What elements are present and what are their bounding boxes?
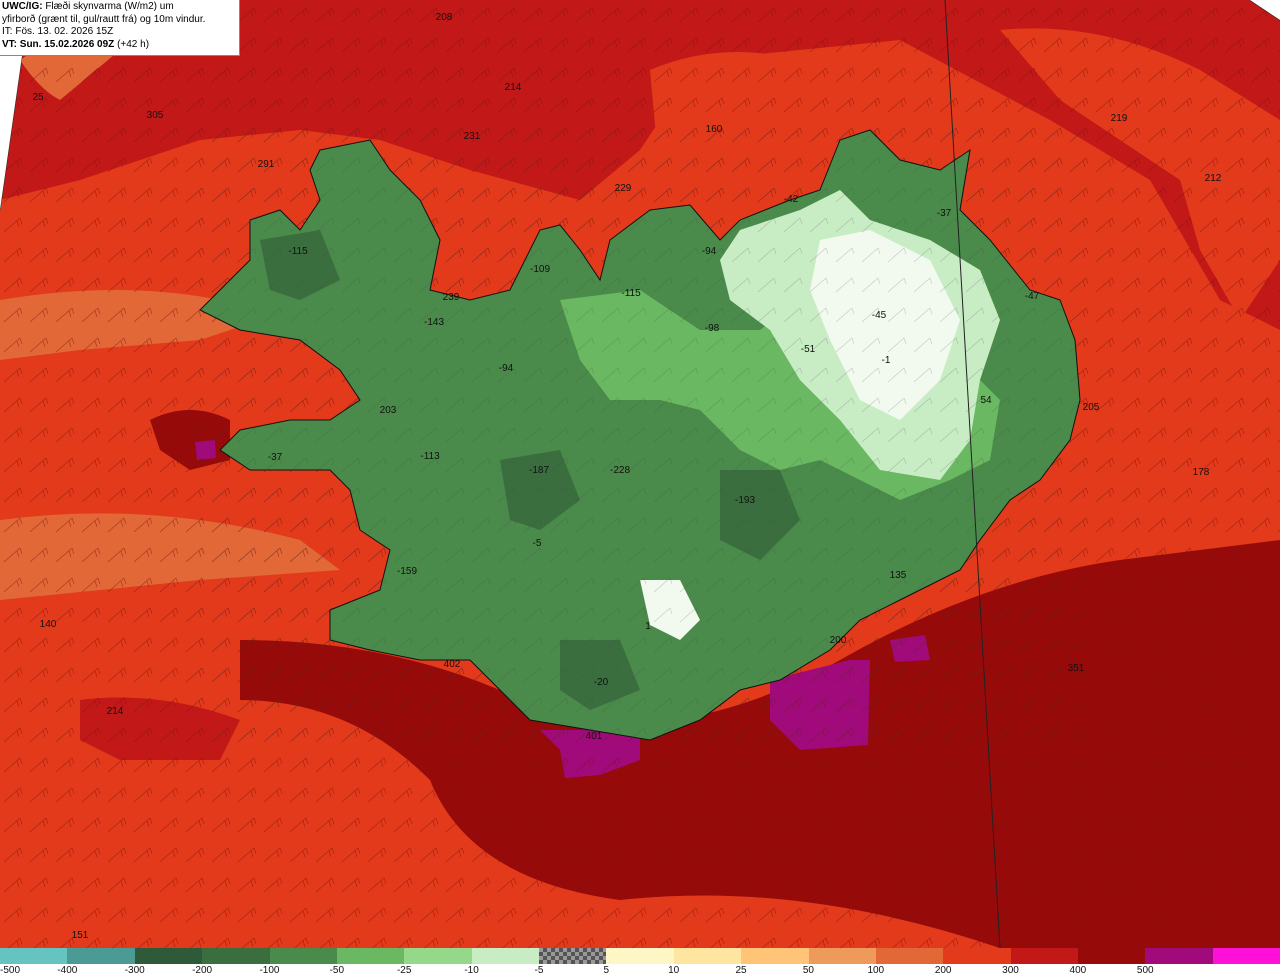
legend-label: -5 <box>534 965 544 976</box>
legend-label: 5 <box>603 965 610 976</box>
map-value: -115 <box>621 288 641 299</box>
map-value: -45 <box>871 310 887 321</box>
legend-swatch <box>875 948 944 964</box>
map-value: -193 <box>734 495 756 506</box>
map-value: 200 <box>829 635 847 646</box>
map-value: -94 <box>701 246 717 257</box>
map-value: 214 <box>504 82 522 93</box>
sensible-heat-flux-map <box>0 0 1280 948</box>
legend-labels: -500 -400 -300 -200 -100 -50 -25 -10 -5 5 10 25 50 10… <box>0 964 1280 978</box>
map-value: 1 <box>645 621 651 632</box>
map-value: -228 <box>609 465 631 476</box>
map-value: 135 <box>889 570 907 581</box>
map-value: -113 <box>420 451 440 462</box>
legend-swatch <box>606 948 674 964</box>
map-value: -37 <box>267 452 283 463</box>
map-value: 203 <box>379 405 397 416</box>
title-line-1: Flæði skynvarma (W/m2) um <box>45 1 174 12</box>
legend-label: -50 <box>329 965 345 976</box>
legend-swatch <box>1010 948 1078 964</box>
map-value: 239 <box>442 292 460 303</box>
legend-label: -200 <box>192 965 213 976</box>
legend-swatch <box>1078 948 1146 964</box>
legend-swatch <box>1145 948 1213 964</box>
map-value: 402 <box>443 659 461 670</box>
legend-swatch <box>404 948 472 964</box>
map-value: -115 <box>288 246 308 257</box>
legend-color-bar <box>0 948 1280 964</box>
map-value: -20 <box>593 677 609 688</box>
map-value: -47 <box>1024 291 1040 302</box>
legend-swatch <box>808 948 876 964</box>
legend-label: -100 <box>259 965 280 976</box>
map-value: 231 <box>463 131 481 142</box>
legend-swatch <box>471 948 539 964</box>
legend-swatch <box>269 948 337 964</box>
map-value: 291 <box>257 159 275 170</box>
map-value: -51 <box>800 344 816 355</box>
legend-label: 25 <box>735 965 747 976</box>
legend-swatch <box>943 948 1011 964</box>
map-value: 151 <box>71 930 89 941</box>
map-value: 25 <box>32 92 44 103</box>
map-value: -98 <box>704 323 720 334</box>
legend-label: -10 <box>464 965 479 976</box>
map-value: 54 <box>980 395 992 406</box>
map-value: 229 <box>614 183 632 194</box>
legend-label: -25 <box>396 965 412 976</box>
legend-label: 500 <box>1136 965 1154 976</box>
map-value: -37 <box>936 208 952 219</box>
valid-time: VT: Sun. 15.02.2026 09Z <box>2 38 115 50</box>
forecast-lead: (+42 h) <box>117 38 150 50</box>
map-value: 214 <box>106 706 124 717</box>
map-value: -94 <box>498 363 514 374</box>
map-value: 212 <box>1204 173 1222 184</box>
map-value: 351 <box>1067 663 1085 674</box>
legend-label: -300 <box>124 965 145 976</box>
legend-swatch <box>1212 948 1280 964</box>
legend-swatch <box>0 948 68 964</box>
legend-label: 100 <box>867 965 885 976</box>
wind-barbs-land <box>200 130 1080 740</box>
legend-label: -400 <box>57 965 78 976</box>
legend-swatch <box>134 948 203 964</box>
legend-label: 200 <box>934 965 952 976</box>
map-value: -109 <box>529 264 551 275</box>
map-value: -143 <box>423 317 445 328</box>
legend-label: 50 <box>802 965 814 976</box>
map-value: 401 <box>585 731 603 742</box>
map-value: 160 <box>705 124 723 135</box>
legend-label: -500 <box>0 965 21 976</box>
map-info-box: UWC/IG: Flæði skynvarma (W/m2) um yfirbo… <box>0 0 240 56</box>
map-value: 205 <box>1082 402 1100 413</box>
map-value: 140 <box>39 619 57 630</box>
map-value: 208 <box>435 12 453 23</box>
legend-swatch <box>202 948 270 964</box>
map-value: -5 <box>532 538 542 549</box>
legend-swatch <box>67 948 135 964</box>
legend-label: 300 <box>1002 965 1019 976</box>
legend-label: 10 <box>668 965 680 976</box>
model-name: UWC/IG: <box>2 1 43 12</box>
map-value: -159 <box>396 566 418 577</box>
map-value: -1 <box>881 355 891 366</box>
title-line-2: yfirborð (grænt til, gul/rautt frá) og 1… <box>2 13 206 25</box>
map-value: -42 <box>783 194 799 205</box>
map-value: 178 <box>1192 467 1210 478</box>
map-value: 305 <box>146 110 164 121</box>
map-value: 219 <box>1110 113 1128 124</box>
legend-swatch <box>741 948 809 964</box>
initial-time: IT: Fös. 13. 02. 2026 15Z <box>2 26 114 37</box>
legend-label: 400 <box>1069 965 1087 976</box>
legend-swatch <box>336 948 405 964</box>
legend-swatch <box>539 948 607 964</box>
map-value: -187 <box>528 465 550 476</box>
legend-swatch <box>673 948 742 964</box>
